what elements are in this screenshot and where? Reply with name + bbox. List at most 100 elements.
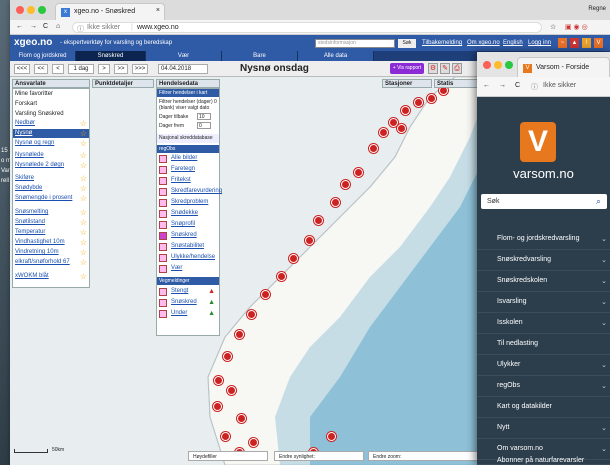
pencil-icon[interactable]: ✎ (440, 63, 450, 74)
obs-layer-item[interactable]: Skredproblem (171, 199, 208, 205)
place-search-input[interactable]: stedsinformasjon (315, 39, 395, 48)
layer-item[interactable]: Nysnø og regn (15, 140, 54, 146)
road-layer-item[interactable]: Snøskred (171, 299, 197, 305)
layer-item[interactable]: Skiføre (15, 175, 34, 181)
varsom-logo[interactable]: V (520, 122, 556, 162)
obs-layer-item[interactable]: Alle bilder (171, 155, 197, 161)
favorite-star-icon[interactable]: ☆ (80, 229, 87, 237)
vegmeldinger-section[interactable]: Vegmeldinger (157, 277, 219, 285)
obs-marker[interactable] (214, 403, 221, 410)
checkbox-checked[interactable] (159, 232, 167, 240)
checkbox[interactable] (159, 243, 167, 251)
obs-layer-item[interactable]: Faretegn (171, 166, 195, 172)
obs-marker[interactable] (380, 129, 387, 136)
varsom-site-name[interactable]: varsom.no (477, 166, 610, 181)
close-window-button[interactable] (16, 6, 24, 14)
road-layer-item[interactable]: Stengt (171, 288, 188, 294)
obs-marker[interactable] (342, 181, 349, 188)
section-forskart[interactable]: Forskart (15, 101, 37, 107)
obs-marker[interactable] (262, 291, 269, 298)
menu-item[interactable]: Nytt ⌄ (477, 418, 610, 439)
varsom-search-input[interactable]: Søk ⌕ (481, 194, 607, 209)
layer-item[interactable]: xWOKM blåt (15, 273, 49, 279)
menu-item[interactable]: Snøskredskolen ⌄ (477, 271, 610, 292)
favorite-star-icon[interactable]: ☆ (80, 140, 87, 148)
section-favoritter[interactable]: Mine favoritter (15, 91, 53, 97)
date-field[interactable]: 04.04.2018 (158, 64, 208, 74)
checkbox[interactable] (159, 166, 167, 174)
warning-icon[interactable]: ! (582, 38, 591, 48)
favorite-star-icon[interactable]: ☆ (80, 185, 87, 193)
layer-item[interactable]: Nysnølede 2 døgn (15, 162, 64, 168)
opacity-slider[interactable]: Endre synlighet: (274, 451, 364, 461)
checkbox[interactable] (159, 265, 167, 273)
hendelsedata-header[interactable]: Hendelsedata (156, 79, 220, 88)
ansvarlate-header[interactable]: Ansvarlate (12, 79, 90, 88)
obs-marker[interactable] (355, 169, 362, 176)
obs-marker[interactable] (306, 237, 313, 244)
print-icon[interactable]: ⎙ (452, 63, 462, 74)
obs-marker[interactable] (428, 95, 435, 102)
prev-week-button[interactable]: << (34, 64, 48, 74)
obs-marker[interactable] (215, 377, 222, 384)
checkbox[interactable] (159, 210, 167, 218)
next-week-button[interactable]: >> (114, 64, 128, 74)
minimize-window-button[interactable] (494, 61, 502, 69)
forward-icon[interactable]: → (30, 23, 37, 30)
layer-item[interactable]: Vindretning 10m (15, 249, 59, 255)
days-forward-input[interactable]: 0 (197, 122, 211, 129)
favorite-star-icon[interactable]: ☆ (80, 239, 87, 247)
obs-layer-item[interactable]: Ulykke/hendelse (171, 254, 215, 260)
obs-marker[interactable] (228, 387, 235, 394)
menu-item[interactable]: Snøskredvarsling ⌄ (477, 250, 610, 271)
obs-layer-item[interactable]: Snøprofil (171, 221, 195, 227)
layer-item[interactable]: elkraft/snøforhold 67 (15, 259, 70, 265)
back-icon[interactable]: ← (16, 23, 23, 30)
close-tab-icon[interactable]: × (156, 7, 160, 14)
next-button[interactable]: > (98, 64, 110, 74)
regobs-section[interactable]: regObs (157, 145, 219, 153)
favorite-star-icon[interactable]: ☆ (80, 175, 87, 183)
obs-layer-item[interactable]: Snøskred (171, 232, 197, 238)
layer-item[interactable]: Snødybde (15, 185, 42, 191)
favorite-star-icon[interactable]: ☆ (80, 130, 87, 138)
checkbox[interactable] (159, 221, 167, 229)
checkbox[interactable] (159, 155, 167, 163)
obs-layer-item[interactable]: Vær (171, 265, 182, 271)
obs-marker[interactable] (370, 145, 377, 152)
obs-marker[interactable] (332, 199, 339, 206)
prev-button[interactable]: < (52, 64, 64, 74)
tab-flom-jordskred[interactable]: Flom og jordskred (10, 51, 76, 61)
feedback-link[interactable]: Tilbakemelding (422, 40, 462, 46)
checkbox[interactable] (159, 288, 167, 296)
tab-bare[interactable]: Bare (222, 51, 298, 61)
menu-item[interactable]: Abonner på naturfarevarsler (477, 456, 610, 465)
favorite-star-icon[interactable]: ☆ (80, 219, 87, 227)
punktdetaljer-header[interactable]: Punktdetaljer (92, 79, 154, 88)
obs-layer-item[interactable]: Snøstabilitet (171, 243, 204, 249)
layer-item[interactable]: Vindhastighet 10m (15, 239, 65, 245)
browser-tab[interactable]: x xgeo.no - Snøskred × (55, 3, 165, 20)
favorite-star-icon[interactable]: ☆ (80, 195, 87, 203)
nasjonal-section[interactable]: Nasjonal skreddatabase (157, 134, 219, 143)
obs-layer-item[interactable]: Fritekst (171, 177, 191, 183)
obs-marker[interactable] (415, 99, 422, 106)
menu-item[interactable]: Kart og datakilder (477, 397, 610, 418)
menu-item[interactable]: Flom- og jordskredvarsling ⌄ (477, 229, 610, 250)
favorite-star-icon[interactable]: ☆ (80, 273, 87, 281)
checkbox[interactable] (159, 199, 167, 207)
days-back-input[interactable]: 10 (197, 113, 211, 120)
obs-marker[interactable] (238, 415, 245, 422)
reload-icon[interactable]: C (515, 82, 520, 89)
xgeo-logo[interactable]: xgeo.no (14, 37, 52, 48)
back-icon[interactable]: ← (483, 82, 490, 89)
menu-item[interactable]: Isskolen ⌄ (477, 313, 610, 334)
favorite-star-icon[interactable]: ☆ (80, 209, 87, 217)
checkbox[interactable] (159, 177, 167, 185)
layer-item[interactable]: Nysnølede (15, 152, 44, 158)
obs-marker[interactable] (440, 87, 447, 94)
favorite-star-icon[interactable]: ☆ (80, 249, 87, 257)
close-window-button[interactable] (483, 61, 491, 69)
reload-icon[interactable]: C (43, 23, 48, 30)
obs-marker[interactable] (278, 273, 285, 280)
